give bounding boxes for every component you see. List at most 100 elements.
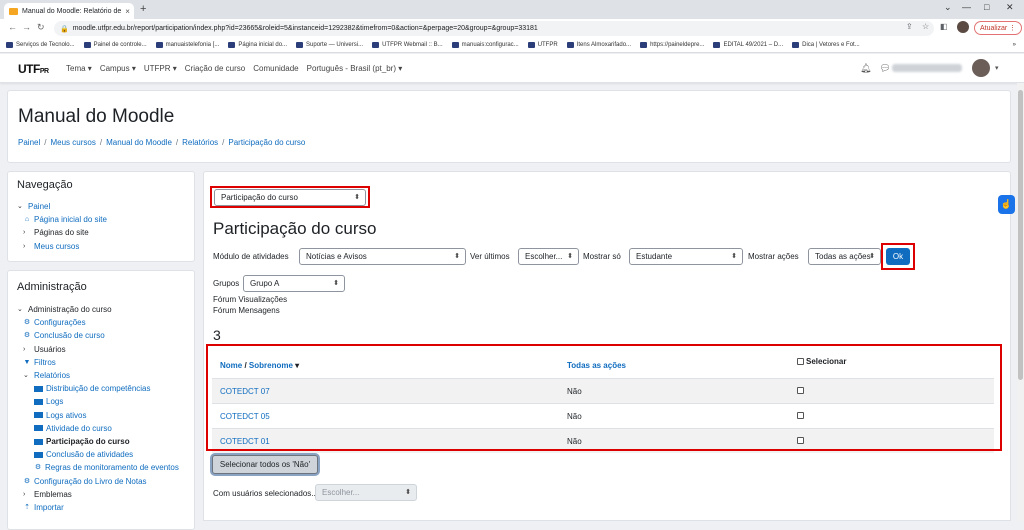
bookmark-item[interactable]: manuais:configurac... (451, 42, 519, 48)
close-tab-icon[interactable]: × (125, 7, 130, 16)
admin-label: Atividade do curso (46, 423, 112, 433)
select-arrows-icon: ⬍ (405, 489, 411, 496)
bookmark-item[interactable]: manuaistelefonia [... (155, 42, 219, 48)
groups-select[interactable]: Grupo A ⬍ (243, 275, 345, 292)
browser-tab[interactable]: Manual do Moodle: Relatório de × (4, 3, 134, 19)
view-label: Ver últimos (470, 252, 510, 261)
nav-menu-item[interactable]: Comunidade (253, 64, 298, 73)
admin-label: Filtros (34, 357, 56, 367)
forward-icon[interactable]: → (22, 22, 31, 32)
page-title: Manual do Moodle (18, 106, 175, 127)
admin-label: Regras de monitoramento de eventos (45, 463, 179, 473)
nav-menu-item[interactable]: UTFPR ▾ (144, 64, 177, 73)
bookmark-item[interactable]: Dica | Vetores e Fot... (792, 42, 860, 48)
breadcrumb-separator: / (175, 138, 179, 147)
share-icon[interactable]: ⇪ (906, 22, 913, 31)
bookmark-label: Painel de controle... (93, 42, 147, 48)
nav-item-site-pages[interactable]: › Páginas do site (17, 226, 107, 239)
import-icon: ⇡ (24, 504, 30, 512)
module-label: Módulo de atividades (213, 252, 289, 261)
chat-icon[interactable]: 💬︎ (879, 63, 890, 74)
bookmark-item[interactable]: EDITAL 49/2021 – D... (713, 42, 783, 48)
breadcrumb-item[interactable]: Manual do Moodle (106, 138, 172, 147)
report-item-event-monitoring[interactable]: ⚙ Regras de monitoramento de eventos (17, 461, 179, 474)
bookmark-label: manuais:configurac... (461, 42, 519, 48)
logo-suffix: PR (39, 68, 49, 75)
report-item-participation[interactable]: Participação do curso (17, 435, 179, 448)
with-selected-select[interactable]: Escolher... ⬍ (315, 484, 417, 501)
admin-label: Distribuição de competências (46, 384, 151, 394)
highlight-report-select (210, 186, 370, 208)
bookmark-item[interactable]: Suporte — Universi... (296, 42, 363, 48)
side-panel-icon[interactable]: ◧ (940, 22, 948, 31)
more-bookmarks-icon[interactable]: » (1013, 42, 1024, 48)
actions-select[interactable]: Todas as ações ⬍ (808, 248, 881, 265)
breadcrumb-item[interactable]: Participação do curso (228, 138, 305, 147)
url-input[interactable]: 🔒 moodle.utfpr.edu.br/report/participati… (54, 21, 934, 36)
admin-item-badges[interactable]: › Emblemas (17, 488, 179, 501)
nav-label: Painel (28, 202, 51, 211)
nav-item-painel[interactable]: ⌄ Painel (17, 200, 107, 213)
chart-icon (34, 438, 43, 445)
reload-icon[interactable]: ↻ (37, 22, 45, 33)
nav-menu-item[interactable]: Criação de curso (185, 64, 245, 73)
bookmark-favicon-icon (451, 42, 459, 48)
user-menu-chevron-icon[interactable]: ▾ (995, 64, 999, 72)
breadcrumb-item[interactable]: Painel (18, 138, 40, 147)
lock-icon: 🔒 (60, 25, 69, 33)
time-select[interactable]: Escolher... ⬍ (518, 248, 579, 265)
utfpr-logo[interactable]: UTFPR (18, 62, 49, 76)
breadcrumb-item[interactable]: Meus cursos (50, 138, 95, 147)
bell-icon[interactable]: 🔔︎ (860, 63, 871, 74)
admin-item-filters[interactable]: ▼ Filtros (17, 356, 179, 369)
maximize-icon[interactable]: □ (984, 2, 989, 12)
admin-item-settings[interactable]: ⚙ Configurações (17, 316, 179, 329)
nav-item-my-courses[interactable]: › Meus cursos (17, 240, 107, 253)
highlight-table (206, 344, 1002, 451)
back-icon[interactable]: ← (8, 22, 17, 32)
nav-menu-item[interactable]: Tema ▾ (66, 64, 92, 73)
nav-menu-item[interactable]: Português - Brasil ‎(pt_br)‎ ▾ (307, 64, 403, 73)
admin-item-course-admin[interactable]: ⌄ Administração do curso (17, 303, 179, 316)
close-window-icon[interactable]: ✕ (1006, 2, 1014, 13)
bookmark-item[interactable]: UTFPR (527, 42, 558, 48)
avatar[interactable] (972, 59, 990, 77)
admin-item-reports[interactable]: ⌄ Relatórios (17, 369, 179, 382)
admin-label: Importar (34, 503, 64, 513)
role-select[interactable]: Estudante ⬍ (629, 248, 743, 265)
admin-label: Administração do curso (28, 305, 112, 314)
chevron-down-icon[interactable]: ⌄ (944, 2, 952, 13)
minimize-icon[interactable]: — (962, 2, 971, 12)
report-item-live-logs[interactable]: Logs ativos (17, 409, 179, 422)
admin-item-users[interactable]: › Usuários (17, 343, 179, 356)
nav-menu-item[interactable]: Campus ▾ (100, 64, 136, 73)
bookmark-item[interactable]: Página inicial do... (228, 42, 287, 48)
scrollbar-thumb[interactable] (1018, 90, 1023, 380)
admin-item-gradebook[interactable]: ⚙ Configuração do Livro de Notas (17, 475, 179, 488)
accessibility-icon[interactable]: ☝ (998, 195, 1015, 214)
bookmark-item[interactable]: Serviços de Tecnolo... (6, 42, 75, 48)
report-item-activity[interactable]: Atividade do curso (17, 422, 179, 435)
bookmark-item[interactable]: Itens Almoxarifado... (566, 42, 631, 48)
update-button[interactable]: Atualizar ⋮ (974, 21, 1023, 35)
new-tab-icon[interactable]: + (140, 3, 146, 15)
bookmark-star-icon[interactable]: ☆ (922, 22, 929, 31)
breadcrumb-item[interactable]: Relatórios (182, 138, 218, 147)
role-select-value: Estudante (636, 252, 673, 261)
admin-item-completion[interactable]: ⚙ Conclusão de curso (17, 329, 179, 342)
nav-item-home[interactable]: ⌂ Página inicial do site (17, 213, 107, 226)
select-all-no-button[interactable]: Selecionar todos os 'Não' (212, 455, 318, 474)
profile-avatar[interactable] (957, 21, 969, 33)
bookmark-item[interactable]: Painel de controle... (83, 42, 147, 48)
report-item-activity-completion[interactable]: Conclusão de atividades (17, 448, 179, 461)
bookmark-item[interactable]: https://paineldepre... (640, 42, 704, 48)
module-select[interactable]: Notícias e Avisos ⬍ (299, 248, 466, 265)
user-name-blurred[interactable] (892, 64, 962, 72)
admin-item-import[interactable]: ⇡ Importar (17, 501, 179, 514)
select-arrows-icon: ⬍ (869, 253, 875, 260)
time-select-value: Escolher... (525, 252, 563, 261)
navigation-block-title: Navegação (17, 179, 73, 191)
bookmark-item[interactable]: UTFPR Webmail :: B... (372, 42, 443, 48)
report-item-competencies[interactable]: Distribuição de competências (17, 382, 179, 395)
report-item-logs[interactable]: Logs (17, 395, 179, 408)
